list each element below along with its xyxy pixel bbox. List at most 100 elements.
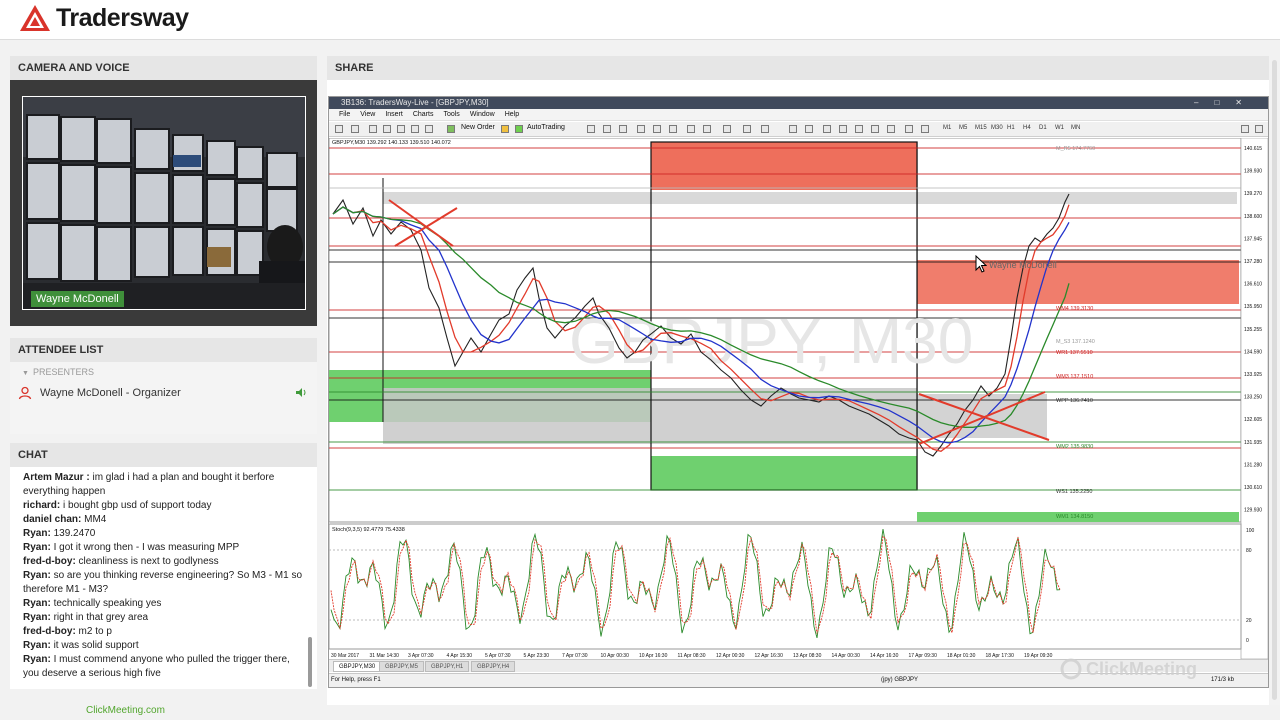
status-traffic: 171/3 kb bbox=[1210, 677, 1234, 683]
chat-author: Ryan: bbox=[23, 570, 51, 581]
channel-icon[interactable] bbox=[871, 125, 879, 133]
expert-icon[interactable] bbox=[501, 125, 509, 133]
timeframe-w1[interactable]: W1 bbox=[1055, 125, 1064, 131]
price-tick-label: 136.610 bbox=[1244, 282, 1262, 288]
price-tick-label: 129.930 bbox=[1244, 508, 1262, 514]
line-chart-icon[interactable] bbox=[619, 125, 627, 133]
menu-item-tools[interactable]: Tools bbox=[443, 111, 459, 118]
stoch-tick-label: 0 bbox=[1246, 638, 1249, 644]
menu-item-charts[interactable]: Charts bbox=[413, 111, 434, 118]
fibonacci-icon[interactable] bbox=[887, 125, 895, 133]
menu-item-view[interactable]: View bbox=[360, 111, 375, 118]
menu-item-help[interactable]: Help bbox=[505, 111, 519, 118]
chart-tab[interactable]: GBPJPY,H4 bbox=[471, 661, 516, 672]
timeframe-d1[interactable]: D1 bbox=[1039, 125, 1047, 131]
vertical-line-icon[interactable] bbox=[823, 125, 831, 133]
terminal-icon[interactable] bbox=[411, 125, 419, 133]
chat-message: richard: i bought gbp usd of support tod… bbox=[23, 499, 305, 513]
mouse-cursor-icon bbox=[975, 255, 987, 273]
chat-author: Ryan: bbox=[23, 598, 51, 609]
new-order-icon[interactable] bbox=[447, 125, 455, 133]
price-tick-label: 137.945 bbox=[1244, 236, 1262, 242]
label-tool-icon[interactable] bbox=[921, 125, 929, 133]
chat-panel-header: CHAT bbox=[10, 443, 317, 467]
autoscroll-icon[interactable] bbox=[687, 125, 695, 133]
camera-video[interactable]: Wayne McDonell bbox=[22, 96, 306, 310]
crosshair-icon[interactable] bbox=[805, 125, 813, 133]
navigator-icon[interactable] bbox=[397, 125, 405, 133]
chart-shift-icon[interactable] bbox=[703, 125, 711, 133]
chat-author: Artem Mazur : bbox=[23, 472, 90, 483]
level-label: WM4 139.3130 bbox=[1056, 306, 1093, 312]
clickmeeting-link[interactable]: ClickMeeting.com bbox=[86, 705, 165, 716]
speaker-icon[interactable] bbox=[295, 387, 307, 398]
new-chart-icon[interactable] bbox=[335, 125, 343, 133]
autotrading-button[interactable]: AutoTrading bbox=[527, 124, 565, 131]
timeframe-m30[interactable]: M30 bbox=[991, 125, 1003, 131]
market-watch-icon[interactable] bbox=[369, 125, 377, 133]
timeframe-h4[interactable]: H4 bbox=[1023, 125, 1031, 131]
timeframe-h1[interactable]: H1 bbox=[1007, 125, 1015, 131]
cursor-icon[interactable] bbox=[789, 125, 797, 133]
watermark-text: ClickMeeting bbox=[1086, 658, 1198, 679]
horizontal-line-icon[interactable] bbox=[839, 125, 847, 133]
menu-item-insert[interactable]: Insert bbox=[385, 111, 403, 118]
zoom-in-icon[interactable] bbox=[637, 125, 645, 133]
chat-author: Ryan: bbox=[23, 654, 51, 665]
attendee-item[interactable]: Wayne McDonell - Organizer bbox=[18, 384, 313, 402]
chat-panel[interactable]: Artem Mazur : im glad i had a plan and b… bbox=[10, 467, 317, 689]
timeframe-m5[interactable]: M5 bbox=[959, 125, 967, 131]
chart-tab[interactable]: GBPJPY,M5 bbox=[379, 661, 424, 672]
autotrading-icon[interactable] bbox=[515, 125, 523, 133]
status-help: For Help, press F1 bbox=[331, 677, 381, 683]
timeframe-m1[interactable]: M1 bbox=[943, 125, 951, 131]
chat-message: Ryan: right in that grey area bbox=[23, 611, 305, 625]
grey-band-top bbox=[383, 192, 1237, 204]
window-controls[interactable]: –□✕ bbox=[1194, 97, 1258, 109]
search-icon[interactable] bbox=[1241, 125, 1249, 133]
chat-message: Ryan: so are you thinking reverse engine… bbox=[23, 569, 305, 597]
price-tick-label: 132.605 bbox=[1244, 417, 1262, 423]
timeframe-mn[interactable]: MN bbox=[1071, 125, 1080, 131]
indicators-icon[interactable] bbox=[723, 125, 731, 133]
chat-scrollbar[interactable] bbox=[308, 637, 312, 687]
new-order-button[interactable]: New Order bbox=[461, 124, 495, 131]
chat-message: daniel chan: MM4 bbox=[23, 513, 305, 527]
zoom-out-icon[interactable] bbox=[653, 125, 661, 133]
status-symbol: (jpy) GBPJPY bbox=[881, 677, 919, 683]
stoch-tick-label: 100 bbox=[1246, 528, 1255, 534]
bar-chart-icon[interactable] bbox=[587, 125, 595, 133]
candle-chart-icon[interactable] bbox=[603, 125, 611, 133]
chat-author: richard: bbox=[23, 500, 61, 511]
menu-item-file[interactable]: File bbox=[339, 111, 350, 118]
chat-author: Ryan: bbox=[23, 542, 51, 553]
trendline-icon[interactable] bbox=[855, 125, 863, 133]
price-chart[interactable]: GBPJPY, M30 M_R5 174.7760 WM4 139.3130 WR1 … bbox=[329, 138, 1268, 659]
level-label: WS1 135.2250 bbox=[1056, 489, 1092, 495]
tile-icon[interactable] bbox=[669, 125, 677, 133]
demand-zone-bottom bbox=[651, 456, 917, 490]
templates-icon[interactable] bbox=[761, 125, 769, 133]
chat-text: right in that grey area bbox=[50, 612, 149, 623]
chat-text: cleanliness is next to godlyness bbox=[75, 556, 219, 567]
periods-icon[interactable] bbox=[743, 125, 751, 133]
page-scrollbar[interactable] bbox=[1272, 60, 1277, 700]
mt4-title-bar: 3B136: TradersWay-Live - [GBPJPY,M30] –□… bbox=[329, 97, 1268, 109]
chart-tab[interactable]: GBPJPY,M30 bbox=[333, 661, 382, 672]
profiles-icon[interactable] bbox=[351, 125, 359, 133]
tester-icon[interactable] bbox=[425, 125, 433, 133]
chart-tab[interactable]: GBPJPY,H1 bbox=[425, 661, 470, 672]
user-icon bbox=[18, 386, 32, 400]
mt4-toolbar: New Order AutoTrading M1 M5 M15 M30 H1 H… bbox=[329, 122, 1268, 137]
brand-logo: Tradersway bbox=[14, 2, 193, 34]
brand-name: Tradersway bbox=[56, 3, 189, 32]
stoch-tick-label: 80 bbox=[1246, 548, 1252, 554]
community-icon[interactable] bbox=[1255, 125, 1263, 133]
stochastic-header: Stoch(9,3,5) 92.4779 75.4338 bbox=[332, 527, 405, 533]
timeframe-m15[interactable]: M15 bbox=[975, 125, 987, 131]
presenters-group[interactable]: ▼ PRESENTERS bbox=[22, 367, 94, 377]
text-tool-icon[interactable] bbox=[905, 125, 913, 133]
menu-item-window[interactable]: Window bbox=[470, 111, 495, 118]
data-window-icon[interactable] bbox=[383, 125, 391, 133]
chat-text: MM4 bbox=[81, 514, 107, 525]
